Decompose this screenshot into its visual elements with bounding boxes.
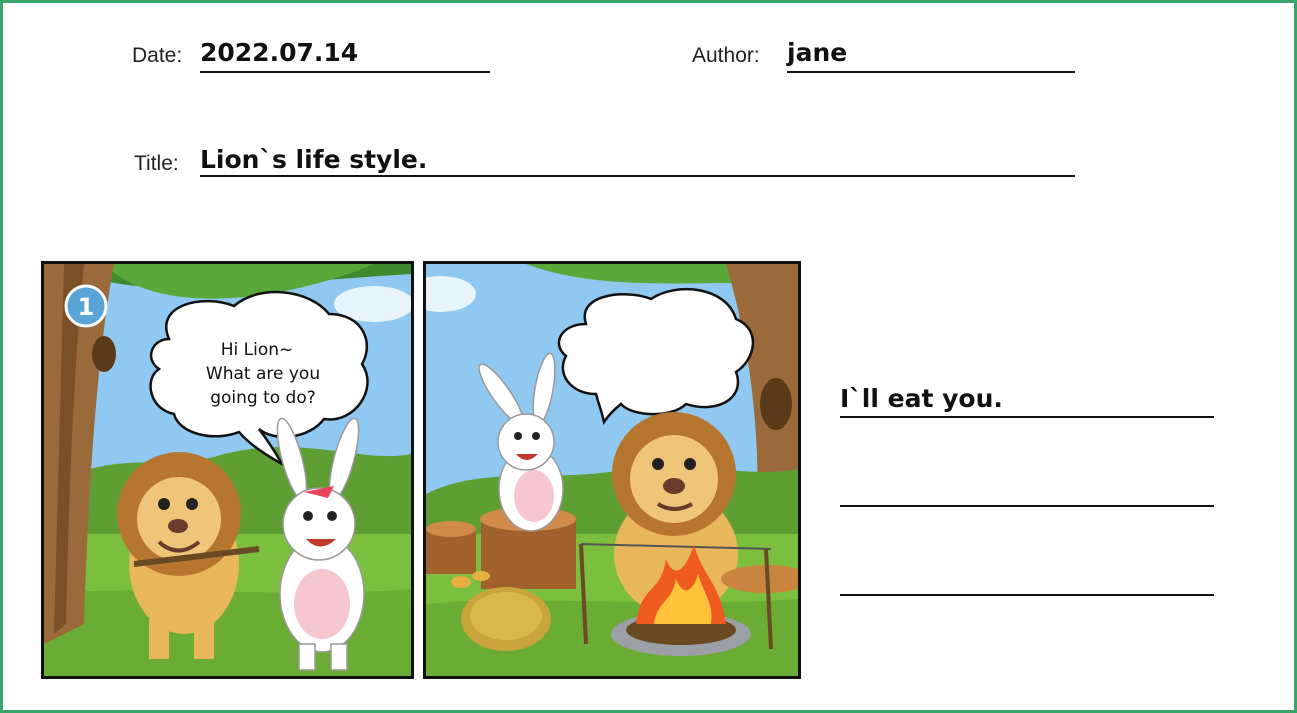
date-label: Date: [132, 44, 183, 67]
answer-line-3[interactable] [840, 594, 1214, 596]
comic-panel-2 [423, 261, 801, 679]
bubble-line-1: Hi Lion~ [221, 340, 294, 360]
title-label: Title: [134, 152, 179, 175]
author-value[interactable]: jane [787, 38, 847, 67]
panel-1-illustration: 1 Hi Lion~ What are you going to do? [44, 264, 411, 676]
answer-line-1-text[interactable]: I`ll eat you. [840, 384, 1003, 413]
answer-line-2[interactable] [840, 505, 1214, 507]
bubble-line-2: What are you [206, 364, 320, 384]
title-underline [200, 175, 1075, 177]
panel-2-illustration [426, 264, 798, 676]
bubble-line-3: going to do? [210, 388, 316, 408]
date-underline [200, 71, 490, 73]
author-underline [787, 71, 1075, 73]
answer-line-1[interactable] [840, 416, 1214, 418]
sack [461, 587, 551, 651]
date-value[interactable]: 2022.07.14 [200, 38, 358, 67]
title-value[interactable]: Lion`s life style. [200, 145, 427, 174]
comic-panel-1: 1 Hi Lion~ What are you going to do? [41, 261, 414, 679]
author-label: Author: [692, 44, 760, 67]
panel-badge-number: 1 [78, 293, 95, 321]
